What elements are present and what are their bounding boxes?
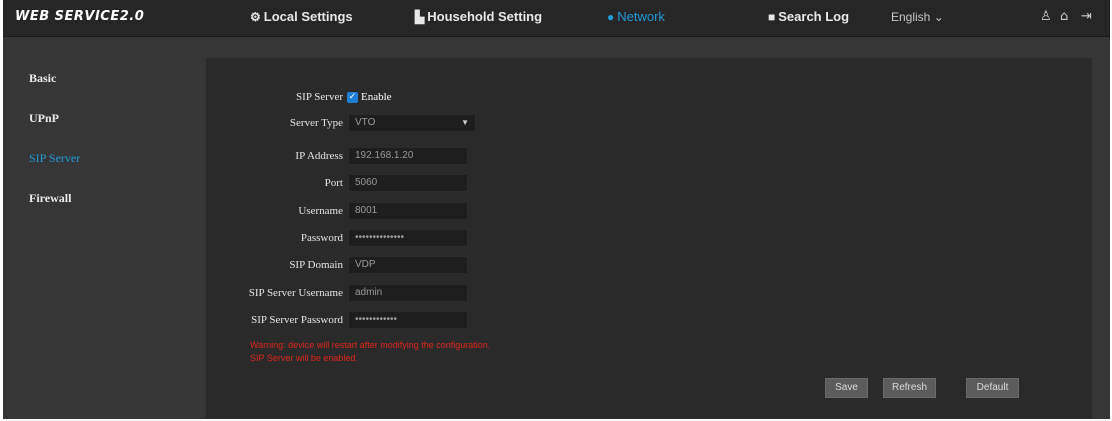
top-navigation-bar: WEB SERVICE2.0 ⚙ Local Settings ▙ Househ… <box>3 0 1110 37</box>
sip-domain-value: VDP <box>355 259 376 270</box>
log-icon: ■ <box>768 9 776 24</box>
globe-icon: ● <box>607 9 615 24</box>
password-input[interactable]: •••••••••••••• <box>348 229 468 247</box>
sidebar-item-label: UPnP <box>29 111 59 125</box>
sidebar-item-label: Basic <box>29 71 57 85</box>
chevron-down-icon: ⌄ <box>933 10 944 24</box>
username-value: 8001 <box>355 205 378 216</box>
building-icon: ▙ <box>415 9 425 24</box>
port-input[interactable]: 5060 <box>348 174 468 192</box>
sidebar-item-upnp[interactable]: UPnP <box>29 111 59 126</box>
sidebar-item-label: Firewall <box>29 191 72 205</box>
sip-server-username-input[interactable]: admin <box>348 284 468 302</box>
nav-household-setting-label: Household Setting <box>427 9 543 24</box>
warning-message-2: SIP Server will be enabled. <box>250 353 358 363</box>
ip-address-label: IP Address <box>295 150 343 162</box>
sip-server-username-row: SIP Server Username <box>143 284 343 302</box>
app-logo: WEB SERVICE2.0 <box>15 9 145 24</box>
sip-server-password-label: SIP Server Password <box>251 314 343 326</box>
sip-domain-label: SIP Domain <box>289 259 343 271</box>
dropdown-arrow-icon: ▼ <box>461 118 469 127</box>
username-row: Username <box>143 202 343 220</box>
save-button[interactable]: Save <box>825 378 868 398</box>
sidebar-item-sip-server[interactable]: SIP Server <box>29 151 80 166</box>
language-select[interactable]: English ⌄ <box>891 10 944 24</box>
sip-server-row: SIP Server <box>143 88 343 106</box>
nav-search-log[interactable]: ■ Search Log <box>768 9 849 24</box>
username-input[interactable]: 8001 <box>348 202 468 220</box>
refresh-button[interactable]: Refresh <box>883 378 936 398</box>
sip-domain-input[interactable]: VDP <box>348 256 468 274</box>
gear-icon: ⚙ <box>250 9 261 24</box>
sip-server-password-value: •••••••••••• <box>355 314 398 325</box>
server-type-label: Server Type <box>289 117 343 129</box>
sip-server-username-label: SIP Server Username <box>248 287 343 299</box>
home-icon[interactable]: ⌂ <box>1060 9 1068 24</box>
ip-address-value: 192.168.1.20 <box>355 150 414 161</box>
sip-server-enable-checkbox[interactable]: ✓ <box>347 92 358 103</box>
ip-address-row: IP Address <box>143 147 343 165</box>
ip-address-input[interactable]: 192.168.1.20 <box>348 147 468 165</box>
nav-local-settings[interactable]: ⚙ Local Settings <box>250 9 353 24</box>
logout-icon[interactable]: ⇥ <box>1081 9 1092 24</box>
user-icon[interactable]: ♙ <box>1040 9 1052 24</box>
username-label: Username <box>298 205 343 217</box>
warning-message: Warning: device will restart after modif… <box>250 340 491 350</box>
enable-label: Enable <box>361 91 392 103</box>
sip-server-label: SIP Server <box>296 91 343 103</box>
sidebar-item-basic[interactable]: Basic <box>29 71 56 86</box>
sip-server-username-value: admin <box>355 287 383 298</box>
server-type-value: VTO <box>355 117 376 128</box>
port-value: 5060 <box>355 177 378 188</box>
port-label: Port <box>324 177 343 189</box>
sip-domain-row: SIP Domain <box>143 256 343 274</box>
server-type-select[interactable]: VTO ▼ <box>348 114 476 132</box>
password-label: Password <box>300 232 343 244</box>
sip-server-password-input[interactable]: •••••••••••• <box>348 311 468 329</box>
default-button[interactable]: Default <box>966 378 1019 398</box>
nav-household-setting[interactable]: ▙ Household Setting <box>415 9 542 24</box>
app-window: WEB SERVICE2.0 ⚙ Local Settings ▙ Househ… <box>3 0 1110 419</box>
nav-network[interactable]: ● Network <box>607 9 665 24</box>
nav-search-log-label: Search Log <box>778 9 850 24</box>
nav-network-label: Network <box>617 9 665 24</box>
sip-server-password-row: SIP Server Password <box>143 311 343 329</box>
sidebar-item-label: SIP Server <box>29 151 81 165</box>
nav-local-settings-label: Local Settings <box>263 9 353 24</box>
password-value: •••••••••••••• <box>355 232 405 243</box>
port-row: Port <box>143 174 343 192</box>
server-type-row: Server Type <box>143 114 343 132</box>
sidebar-item-firewall[interactable]: Firewall <box>29 191 71 206</box>
password-row: Password <box>143 229 343 247</box>
language-label: English <box>891 10 931 24</box>
